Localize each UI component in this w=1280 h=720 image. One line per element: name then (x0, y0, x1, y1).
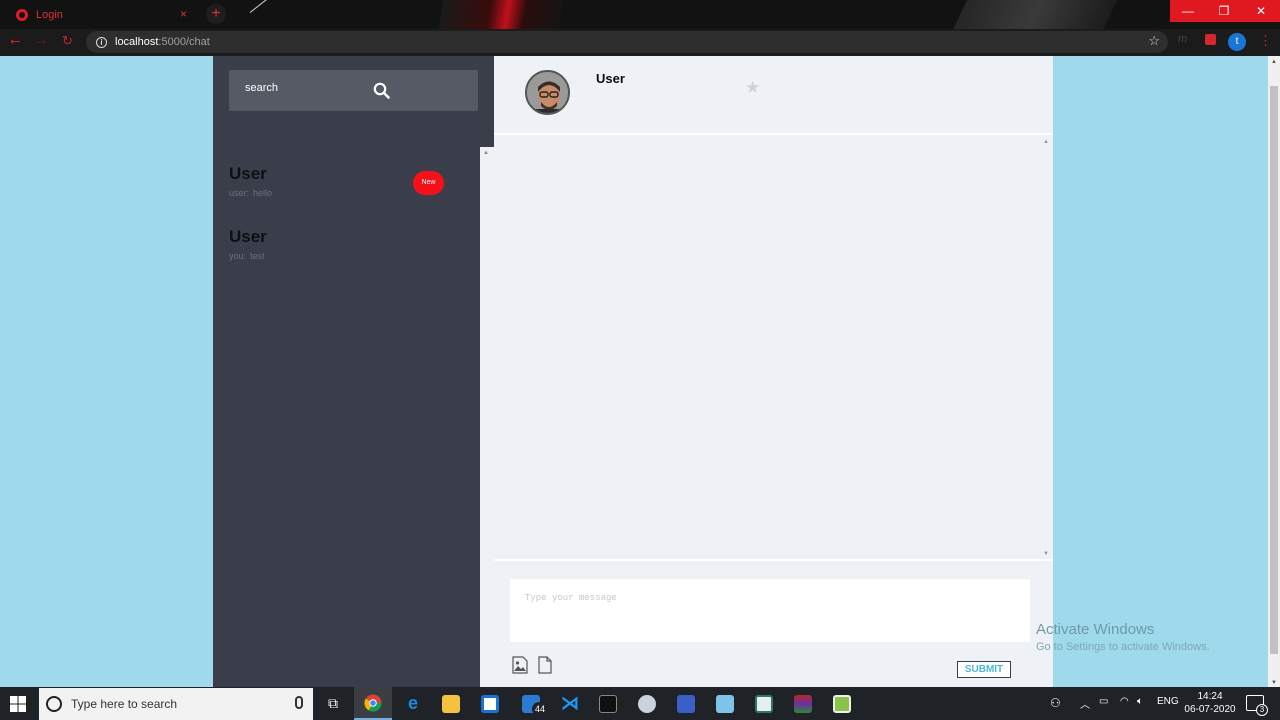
page-scrollbar[interactable]: ▲ ▼ (1268, 56, 1280, 687)
microphone-icon[interactable] (295, 696, 303, 709)
notepad-icon[interactable] (706, 687, 744, 720)
sidebar-scrollbar[interactable]: ▲ (480, 147, 494, 687)
preview-sender: you: (229, 251, 247, 261)
windows-taskbar: Type here to search ⧉ e ⋊ ⚇ ︿ ▭ ◠ 🔈︎ ENG (0, 687, 1280, 720)
notepad-plus-icon[interactable] (823, 687, 861, 720)
extension-icon[interactable]: m (1178, 33, 1187, 45)
notification-count: 3 (1256, 704, 1268, 716)
conversation-sidebar (213, 56, 480, 687)
wallpaper-line (249, 0, 286, 13)
browser-tab[interactable]: Login × (0, 0, 200, 29)
preview-message: hello (253, 188, 273, 198)
paint-icon[interactable] (628, 687, 666, 720)
user-avatar[interactable] (525, 70, 570, 115)
tab-favicon-icon (16, 8, 28, 21)
message-area[interactable]: ▲ ▼ (494, 137, 1053, 561)
scroll-down-icon[interactable]: ▼ (1043, 551, 1049, 557)
bookmark-star-icon[interactable]: ☆ (1148, 33, 1160, 49)
clock-date: 06-07-2020 (1184, 704, 1236, 715)
taskbar-search-text: Type here to search (71, 697, 178, 711)
watermark-subtitle: Go to Settings to activate Windows. (1036, 641, 1210, 653)
minimize-button[interactable]: — (1170, 0, 1206, 22)
conversation-preview: you: test (229, 251, 469, 261)
profile-avatar[interactable]: t (1228, 33, 1246, 51)
file-explorer-icon[interactable] (432, 687, 470, 720)
edge-taskbar-icon[interactable]: e (394, 687, 432, 720)
wallpaper-decoration (948, 0, 1122, 29)
show-hidden-icons-icon[interactable]: ︿ (1080, 696, 1090, 711)
taskbar-search[interactable]: Type here to search (39, 688, 313, 720)
address-bar[interactable]: i localhost:5000/chat ☆ (86, 31, 1168, 53)
people-icon[interactable]: ⚇ (1050, 696, 1061, 710)
preview-message: test (250, 251, 265, 261)
cortana-icon (46, 696, 62, 712)
volume-icon[interactable]: 🔈︎ (1137, 696, 1143, 707)
attach-image-icon[interactable] (512, 656, 528, 674)
avatar-image (527, 72, 568, 113)
browser-menu-icon[interactable]: ⋮ (1259, 33, 1272, 49)
remote-desktop-icon[interactable] (667, 687, 705, 720)
scroll-down-icon[interactable]: ▼ (1271, 680, 1277, 686)
watermark-title: Activate Windows (1036, 621, 1155, 638)
submit-button[interactable]: SUBMIT (957, 661, 1011, 678)
wallpaper-decoration (434, 0, 566, 29)
wifi-icon[interactable]: ◠ (1120, 696, 1129, 707)
browser-titlebar: Login × + — ❐ ✕ (0, 0, 1280, 29)
restore-button[interactable]: ❐ (1206, 0, 1242, 22)
taskbar-clock[interactable]: 14:24 06-07-2020 (1182, 690, 1238, 716)
task-view-icon[interactable]: ⧉ (314, 687, 352, 720)
attach-file-icon[interactable] (538, 656, 552, 674)
winrar-icon[interactable] (784, 687, 822, 720)
site-info-icon[interactable]: i (96, 36, 107, 48)
chat-user-name: User (596, 71, 625, 86)
favorite-star-icon[interactable]: ★ (745, 78, 760, 98)
search-box (229, 70, 478, 111)
close-window-button[interactable]: ✕ (1242, 0, 1280, 22)
url-host: localhost (115, 36, 159, 48)
chrome-taskbar-icon[interactable] (354, 687, 392, 720)
app-window-icon[interactable] (745, 687, 783, 720)
scroll-up-icon[interactable]: ▲ (1043, 139, 1049, 145)
tab-title: Login (36, 8, 63, 21)
windows-start-icon[interactable] (10, 696, 26, 712)
conversation-item[interactable]: User you: test (229, 227, 469, 277)
new-tab-button[interactable]: + (206, 4, 226, 24)
extensions-puzzle-icon[interactable] (1205, 34, 1216, 45)
clock-time: 14:24 (1197, 691, 1223, 702)
vscode-icon[interactable]: ⋊ (551, 687, 589, 720)
chat-header: User ★ (494, 56, 1053, 135)
conversation-name: User (229, 227, 267, 246)
chrome-icon (364, 694, 382, 712)
scroll-up-icon[interactable]: ▲ (1271, 59, 1277, 65)
back-arrow-icon[interactable]: ⭠ (10, 33, 20, 49)
language-indicator[interactable]: ENG (1157, 696, 1179, 707)
chat-panel: User ★ ▲ ▼ SUBMIT (494, 56, 1053, 687)
mail-badge: 44 (532, 702, 548, 716)
search-icon[interactable] (373, 82, 390, 99)
search-input[interactable] (245, 82, 355, 94)
sidebar-extension (480, 56, 494, 147)
store-icon[interactable] (471, 687, 509, 720)
scroll-up-icon[interactable]: ▲ (483, 150, 489, 156)
url-path: :5000/chat (158, 36, 210, 48)
scrollbar-thumb[interactable] (1270, 86, 1278, 654)
browser-toolbar: ⭠ ⭢ ↻ i localhost:5000/chat ☆ (0, 29, 1280, 56)
preview-sender: user: (229, 188, 250, 198)
reload-icon[interactable]: ↻ (62, 33, 73, 49)
battery-icon[interactable]: ▭ (1099, 696, 1108, 707)
terminal-icon[interactable] (589, 687, 627, 720)
new-message-badge: New (413, 171, 444, 195)
forward-arrow-icon[interactable]: ⭢ (36, 33, 46, 49)
tab-close-icon[interactable]: × (180, 7, 187, 21)
activate-windows-watermark: Activate Windows Go to Settings to activ… (1036, 621, 1210, 653)
message-input[interactable] (510, 579, 1030, 642)
